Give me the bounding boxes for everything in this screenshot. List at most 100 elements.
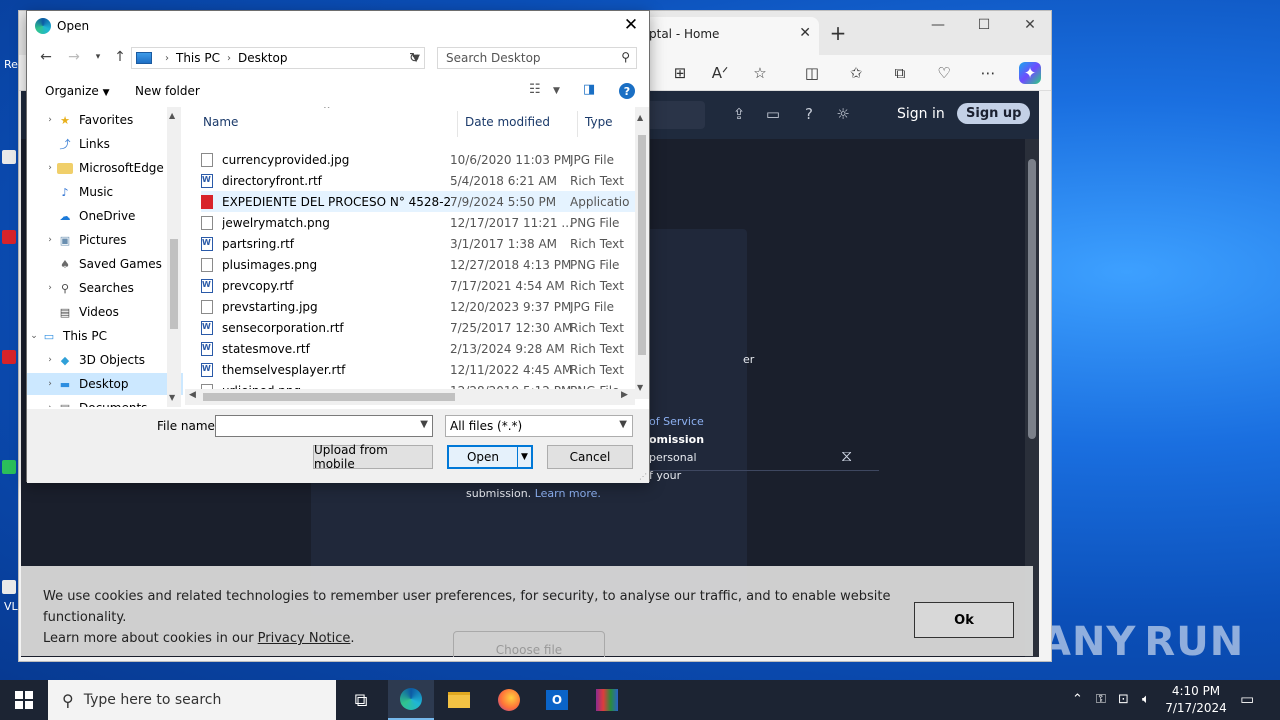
tree-item[interactable]: ♪ Music <box>27 181 183 203</box>
tree-item[interactable]: ⤴ Links <box>27 133 183 155</box>
privacy-notice-link[interactable]: Privacy Notice <box>258 631 351 646</box>
scrollbar-thumb[interactable] <box>170 239 178 329</box>
favorite-star-icon[interactable]: ☆ <box>749 62 771 84</box>
scrollbar-thumb[interactable] <box>1028 159 1036 439</box>
scroll-up-icon[interactable]: ▲ <box>169 111 175 120</box>
column-header-name[interactable]: Name <box>203 115 238 129</box>
file-name-input[interactable]: ▼ <box>215 415 433 437</box>
column-divider[interactable] <box>457 111 458 137</box>
desktop-icon[interactable] <box>0 230 18 270</box>
volume-icon[interactable]: 🔈︎ <box>1142 692 1150 707</box>
notifications-icon[interactable]: ▭ <box>1240 690 1254 708</box>
preview-pane-icon[interactable]: ◨ <box>583 82 595 97</box>
minimize-button[interactable]: — <box>915 17 961 33</box>
file-row[interactable]: jewelrymatch.png 12/17/2017 11:21 ... PNG … <box>201 212 635 233</box>
file-row[interactable]: prevstarting.jpg 12/20/2023 9:37 PM JPG Fi… <box>201 296 635 317</box>
new-tab-button[interactable]: + <box>827 21 849 45</box>
copilot-icon[interactable]: ✦ <box>1019 62 1041 84</box>
tree-item[interactable]: › ▬ Desktop <box>27 373 183 395</box>
scroll-right-icon[interactable]: ▶ <box>621 390 628 400</box>
split-screen-icon[interactable]: ◫ <box>801 62 823 84</box>
chevron-down-icon[interactable]: ▼ <box>553 86 560 96</box>
apps-icon[interactable]: ⊞ <box>669 62 691 84</box>
recent-chevron-down-icon[interactable]: ▾ <box>89 52 107 62</box>
file-explorer-icon[interactable] <box>436 680 482 720</box>
file-row[interactable]: plusimages.png 12/27/2018 4:13 PM PNG File <box>201 254 635 275</box>
browser-essentials-icon[interactable]: ♡ <box>933 62 955 84</box>
organize-menu[interactable]: Organize ▼ <box>45 84 110 98</box>
network-icon[interactable]: ⊡ <box>1118 692 1129 707</box>
tree-item[interactable]: › ◆ 3D Objects <box>27 349 183 371</box>
tree-item[interactable]: ☁ OneDrive <box>27 205 183 227</box>
favorites-icon[interactable]: ✩ <box>845 62 867 84</box>
chevron-right-icon[interactable]: › <box>43 379 57 389</box>
file-list-hscrollbar[interactable]: ◀ ▶ <box>185 389 635 405</box>
refresh-icon[interactable]: ↻ <box>405 47 425 69</box>
security-icon[interactable]: ⚿ <box>1096 692 1106 707</box>
tree-item[interactable]: ›▤ Documents <box>27 397 183 407</box>
scroll-down-icon[interactable]: ▼ <box>637 383 643 392</box>
tree-item[interactable]: ⌄ ▭ This PC <box>27 325 183 347</box>
chevron-right-icon[interactable]: › <box>43 403 57 407</box>
scroll-left-icon[interactable]: ◀ <box>189 390 196 400</box>
winrar-icon[interactable] <box>584 680 630 720</box>
file-list-scrollbar[interactable]: ▲ ▼ <box>635 107 649 399</box>
tree-item[interactable]: › ⚲ Searches <box>27 277 183 299</box>
resize-grip-icon[interactable]: ⋰ <box>639 472 647 481</box>
help-icon[interactable]: ? <box>799 105 819 125</box>
taskbar-search[interactable]: ⚲ Type here to search <box>48 680 336 720</box>
file-row[interactable]: statesmove.rtf 2/13/2024 9:28 AM Rich Text <box>201 338 635 359</box>
file-row[interactable]: currencyprovided.jpg 10/6/2020 11:03 PM JP… <box>201 149 635 170</box>
tab-close-icon[interactable]: ✕ <box>799 25 811 41</box>
more-menu-icon[interactable]: ⋯ <box>977 62 999 84</box>
scroll-down-icon[interactable]: ▼ <box>169 393 175 402</box>
column-header-type[interactable]: Type <box>585 115 613 129</box>
scrollbar-thumb[interactable] <box>638 135 646 355</box>
chevron-right-icon[interactable]: › <box>43 163 57 173</box>
file-row[interactable]: prevcopy.rtf 7/17/2021 4:54 AM Rich Text <box>201 275 635 296</box>
learn-more-link[interactable]: Learn more. <box>535 487 601 500</box>
breadcrumb-desktop[interactable]: Desktop <box>238 51 288 65</box>
window-close-button[interactable]: ✕ <box>1007 17 1053 33</box>
upload-from-mobile-button[interactable]: Upload from mobile <box>313 443 433 471</box>
start-button[interactable] <box>0 680 48 720</box>
column-header-date[interactable]: Date modified <box>465 115 550 129</box>
open-button[interactable]: Open ▼ <box>447 445 533 469</box>
sign-up-button[interactable]: Sign up <box>957 103 1031 124</box>
search-desktop-input[interactable]: Search Desktop ⚲ <box>437 47 637 69</box>
tree-item[interactable]: ▤ Videos <box>27 301 183 323</box>
chevron-right-icon[interactable]: › <box>43 355 57 365</box>
firefox-icon[interactable] <box>486 680 532 720</box>
file-row[interactable]: themselvesplayer.rtf 12/11/2022 4:45 AMRi… <box>201 359 635 380</box>
task-view-icon[interactable]: ⧉ <box>338 680 384 720</box>
scroll-up-icon[interactable]: ▲ <box>637 113 643 122</box>
upload-icon[interactable]: ⇪ <box>729 105 749 125</box>
view-options-icon[interactable]: ☷ <box>529 82 541 97</box>
chevron-up-icon[interactable]: ⌃ <box>1072 692 1083 707</box>
chevron-right-icon[interactable]: › <box>43 235 57 245</box>
file-row[interactable]: sensecorporation.rtf 7/25/2017 12:30 AMRi… <box>201 317 635 338</box>
scrollbar-thumb[interactable] <box>203 393 455 401</box>
terms-link[interactable]: of Service <box>649 415 704 428</box>
desktop-icon[interactable] <box>0 460 18 500</box>
chevron-down-icon[interactable]: ▼ <box>420 419 428 430</box>
column-divider[interactable] <box>577 111 578 137</box>
tree-item[interactable]: › ▣ Pictures <box>27 229 183 251</box>
theme-sun-icon[interactable]: ☼ <box>833 105 853 125</box>
collections-icon[interactable]: ⧉ <box>889 62 911 84</box>
breadcrumb-this-pc[interactable]: This PC <box>176 51 220 65</box>
back-arrow-icon[interactable]: ← <box>37 49 55 65</box>
chevron-down-icon[interactable]: ⌄ <box>27 331 41 341</box>
comment-icon[interactable]: ▭ <box>763 105 783 125</box>
file-row[interactable]: directoryfront.rtf 5/4/2018 6:21 AM Rich T… <box>201 170 635 191</box>
chevron-right-icon[interactable]: › <box>43 115 57 125</box>
tree-item[interactable]: ♠ Saved Games <box>27 253 183 275</box>
forward-arrow-icon[interactable]: → <box>65 49 83 65</box>
tree-item[interactable]: › MicrosoftEdge <box>27 157 183 179</box>
clock[interactable]: 4:10 PM 7/17/2024 <box>1160 683 1232 717</box>
cookie-ok-button[interactable]: Ok <box>914 602 1014 638</box>
tree-scrollbar[interactable]: ▲ ▼ <box>167 107 181 407</box>
choose-file-button[interactable]: Choose file <box>453 631 605 657</box>
maximize-button[interactable]: ☐ <box>961 17 1007 33</box>
dialog-close-button[interactable]: ✕ <box>619 15 643 35</box>
